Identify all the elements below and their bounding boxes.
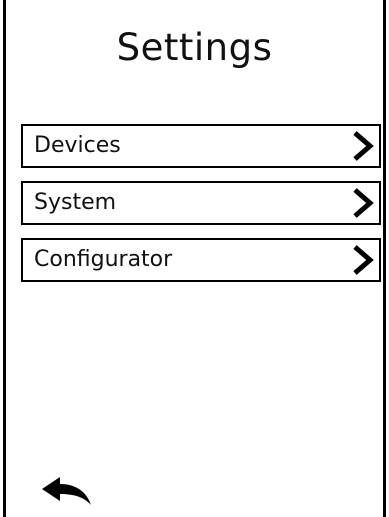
settings-screen: Settings Devices System Configurator bbox=[3, 0, 386, 517]
menu-item-system[interactable]: System bbox=[21, 181, 381, 225]
menu-item-configurator[interactable]: Configurator bbox=[21, 238, 381, 282]
menu-item-devices[interactable]: Devices bbox=[21, 124, 381, 168]
page-title: Settings bbox=[116, 26, 273, 69]
chevron-right-icon bbox=[353, 188, 374, 218]
chevron-right-icon bbox=[353, 131, 374, 161]
menu-item-label: Devices bbox=[34, 133, 121, 158]
menu-item-label: Configurator bbox=[34, 247, 173, 272]
back-arrow-icon[interactable] bbox=[40, 475, 94, 509]
chevron-right-icon bbox=[353, 245, 374, 275]
menu-item-label: System bbox=[34, 190, 117, 215]
